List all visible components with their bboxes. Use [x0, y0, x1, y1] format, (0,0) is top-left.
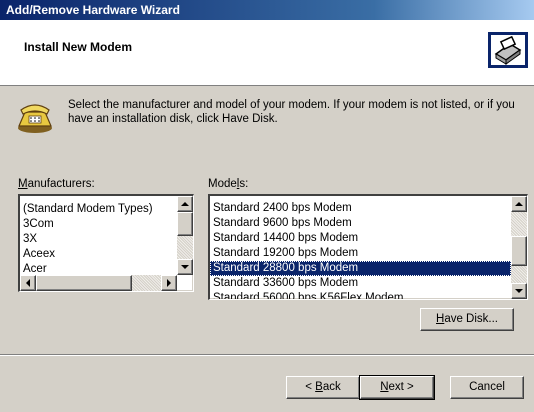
- page-title: Install New Modem: [24, 40, 133, 54]
- next-button[interactable]: Next >: [359, 375, 435, 400]
- list-item[interactable]: Standard 33600 bps Modem: [210, 276, 511, 291]
- hscroll-thumb[interactable]: [36, 275, 132, 291]
- back-button[interactable]: < Back: [286, 376, 360, 399]
- manufacturers-vscrollbar[interactable]: [177, 196, 193, 275]
- list-item[interactable]: Standard 2400 bps Modem: [210, 201, 511, 216]
- list-item[interactable]: 3X: [20, 232, 177, 247]
- scroll-down-button[interactable]: [177, 259, 193, 275]
- window-title: Add/Remove Hardware Wizard: [0, 0, 534, 20]
- down-arrow-icon: [181, 265, 189, 269]
- list-item[interactable]: Standard 9600 bps Modem: [210, 216, 511, 231]
- models-vscrollbar[interactable]: [511, 196, 527, 299]
- scroll-up-button[interactable]: [177, 196, 193, 212]
- models-list[interactable]: Standard 2400 bps Modem Standard 9600 bps…: [208, 194, 528, 300]
- up-arrow-icon: [181, 202, 189, 206]
- scroll-thumb[interactable]: [177, 212, 193, 236]
- footer-divider: [0, 354, 534, 356]
- cancel-button[interactable]: Cancel: [450, 376, 524, 399]
- scroll-thumb[interactable]: [511, 236, 527, 266]
- scroll-left-button[interactable]: [20, 275, 36, 291]
- have-disk-button[interactable]: Have Disk...: [420, 308, 514, 331]
- models-label: Models:: [208, 178, 249, 190]
- list-item[interactable]: Standard 28800 bps Modem: [210, 261, 511, 276]
- instructions-text: Select the manufacturer and model of you…: [68, 99, 515, 125]
- list-item[interactable]: Aceex: [20, 247, 177, 262]
- telephone-modem-icon: [18, 104, 52, 133]
- list-item[interactable]: (Standard Modem Types): [20, 202, 177, 217]
- list-item[interactable]: Standard 56000 bps K56Flex Modem: [210, 291, 511, 299]
- list-item[interactable]: 3Com: [20, 217, 177, 232]
- down-arrow-icon: [515, 289, 523, 293]
- hardware-wizard-icon: [488, 32, 528, 68]
- up-arrow-icon: [515, 202, 523, 206]
- scroll-right-button[interactable]: [161, 275, 177, 291]
- manufacturers-label: Manufacturers:: [18, 178, 95, 190]
- left-arrow-icon: [26, 279, 30, 287]
- wizard-header: Install New Modem: [0, 20, 534, 86]
- list-item[interactable]: Standard 14400 bps Modem: [210, 231, 511, 246]
- scroll-down-button[interactable]: [511, 283, 527, 299]
- right-arrow-icon: [167, 279, 171, 287]
- list-item[interactable]: Standard 19200 bps Modem: [210, 246, 511, 261]
- manufacturers-hscrollbar[interactable]: [20, 275, 177, 291]
- manufacturers-list[interactable]: (Standard Modem Types)3Com3XAceexAcerAct…: [18, 194, 194, 292]
- scroll-up-button[interactable]: [511, 196, 527, 212]
